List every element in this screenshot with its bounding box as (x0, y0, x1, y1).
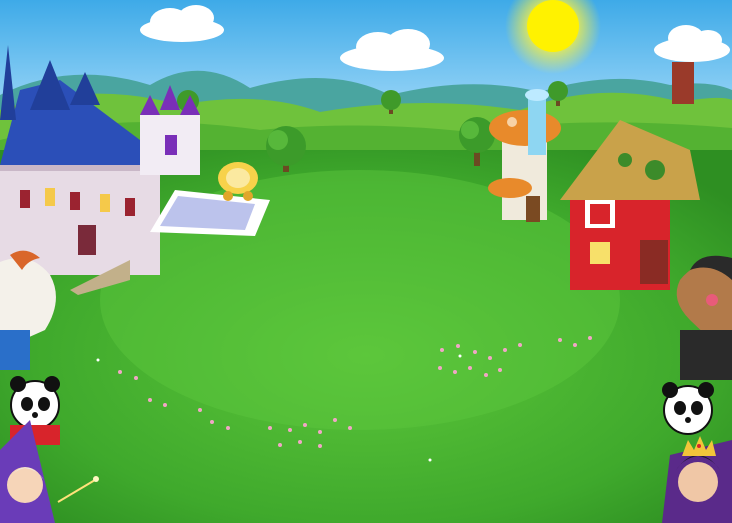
palace-icon[interactable] (140, 85, 200, 175)
waterfall-icon (525, 89, 549, 155)
scene-canvas (0, 0, 732, 523)
game-scene (0, 0, 732, 523)
panda-icon[interactable] (662, 382, 714, 435)
